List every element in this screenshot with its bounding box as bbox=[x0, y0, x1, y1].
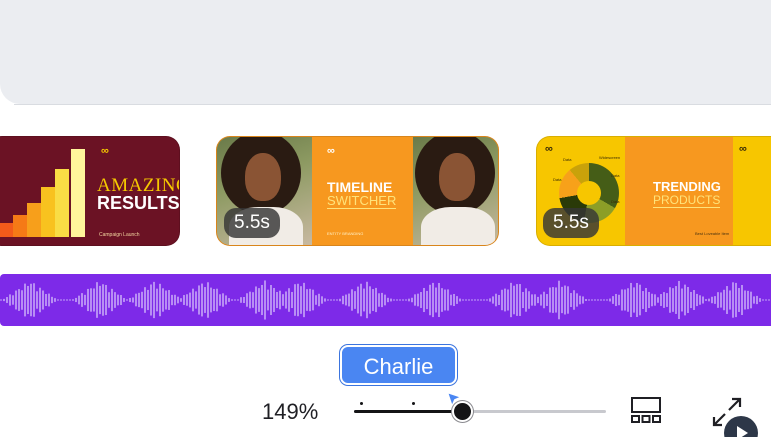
next-slide-edge: ∞ bbox=[733, 137, 771, 245]
clip-footer: Campaign Launch bbox=[99, 232, 140, 238]
logo-icon: ∞ bbox=[327, 145, 335, 157]
bar-shape bbox=[0, 223, 13, 237]
logo-icon: ∞ bbox=[545, 143, 553, 155]
clip-duration-badge: 5.5s bbox=[224, 208, 280, 238]
bar-shape bbox=[27, 203, 41, 237]
zoom-level-label: 149% bbox=[262, 399, 319, 424]
clip-footer: Best Loveable Item bbox=[695, 231, 730, 236]
bar-shape bbox=[13, 215, 27, 237]
timeline-clips: ∞ AMAZING RESULTS Campaign Launch ∞ TIME… bbox=[0, 136, 771, 246]
slider-tick bbox=[360, 402, 363, 405]
chart-label: Data bbox=[563, 157, 572, 162]
grid-view-icon[interactable] bbox=[628, 396, 664, 428]
portrait-image bbox=[413, 137, 498, 245]
bar-shape bbox=[41, 187, 55, 237]
logo-icon: ∞ bbox=[739, 143, 747, 155]
canvas-area[interactable] bbox=[0, 0, 771, 105]
clip-title: TRENDING bbox=[653, 179, 721, 194]
slider-thumb[interactable] bbox=[451, 401, 473, 422]
clip-subtitle: RESULTS bbox=[97, 193, 180, 213]
logo-icon: ∞ bbox=[101, 145, 109, 157]
bar-shape bbox=[71, 149, 85, 237]
chart-label: Data bbox=[611, 199, 620, 204]
chart-label: Data bbox=[611, 173, 620, 178]
clip-subtitle: PRODUCTS bbox=[653, 193, 721, 208]
play-button[interactable] bbox=[724, 416, 758, 437]
slider-fill bbox=[354, 410, 463, 413]
bar-shape bbox=[55, 169, 69, 237]
audio-waveform bbox=[0, 280, 770, 320]
chart-label: Data bbox=[553, 177, 562, 182]
chart-label: Widescreen bbox=[599, 155, 621, 160]
clip-duration-badge: 5.5s bbox=[543, 208, 599, 238]
clip-amazing-results[interactable]: ∞ AMAZING RESULTS Campaign Launch bbox=[0, 136, 180, 246]
zoom-slider[interactable] bbox=[354, 400, 606, 424]
clip-footer: ENTITY BRANDING bbox=[327, 231, 364, 236]
audio-track[interactable] bbox=[0, 274, 771, 326]
clip-subtitle: SWITCHER bbox=[327, 193, 397, 209]
play-icon bbox=[737, 426, 748, 437]
slider-tick bbox=[412, 402, 415, 405]
collaborator-tooltip: Charlie bbox=[340, 345, 457, 385]
